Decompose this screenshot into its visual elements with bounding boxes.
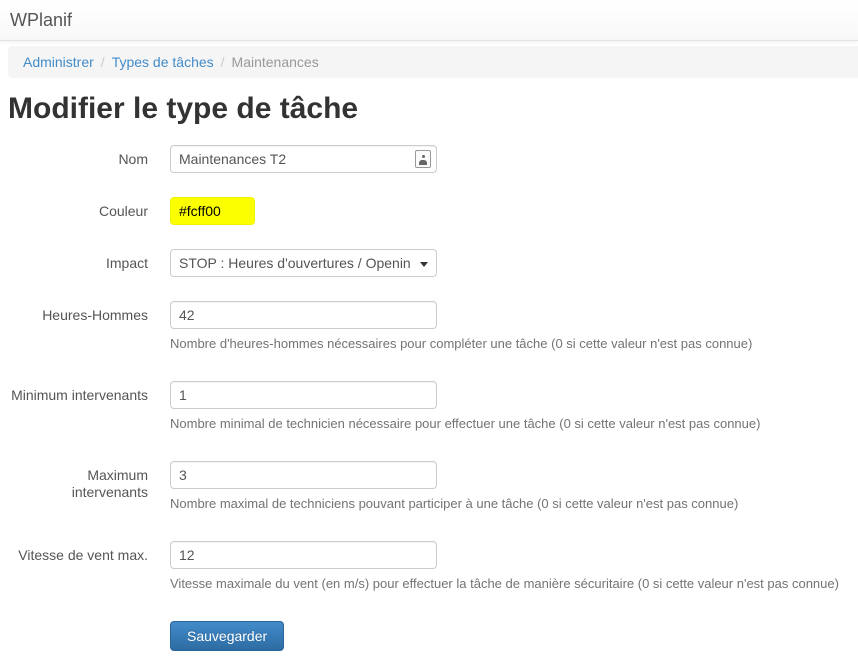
min-intervenants-help: Nombre minimal de technicien nécessaire … — [170, 416, 760, 432]
vitesse-vent-help: Vitesse maximale du vent (en m/s) pour e… — [170, 576, 839, 592]
form-row-min-intervenants: Minimum intervenants Nombre minimal de t… — [8, 381, 858, 432]
impact-select[interactable]: STOP : Heures d'ouvertures / Openin — [170, 249, 437, 277]
breadcrumb-separator: / — [94, 54, 112, 70]
breadcrumb: Administrer/Types de tâches/Maintenances — [8, 46, 858, 78]
nom-input[interactable] — [170, 145, 437, 173]
breadcrumb-current: Maintenances — [232, 54, 319, 70]
form-row-impact: Impact STOP : Heures d'ouvertures / Open… — [8, 249, 858, 277]
max-intervenants-help: Nombre maximal de techniciens pouvant pa… — [170, 496, 738, 512]
form-row-couleur: Couleur — [8, 197, 858, 225]
vitesse-vent-input[interactable] — [170, 541, 437, 569]
form-row-heures-hommes: Heures-Hommes Nombre d'heures-hommes néc… — [8, 301, 858, 352]
app-brand[interactable]: WPlanif — [0, 0, 87, 31]
couleur-label: Couleur — [8, 197, 148, 220]
min-intervenants-input[interactable] — [170, 381, 437, 409]
autofill-icon[interactable] — [415, 150, 431, 168]
couleur-input[interactable] — [170, 197, 255, 225]
form-actions: Sauvegarder — [170, 621, 858, 651]
breadcrumb-separator: / — [214, 54, 232, 70]
form-row-vitesse-vent: Vitesse de vent max. Vitesse maximale du… — [8, 541, 858, 592]
impact-label: Impact — [8, 249, 148, 272]
breadcrumb-link-administrer[interactable]: Administrer — [23, 54, 94, 70]
caret-down-icon — [420, 262, 428, 267]
page-title: Modifier le type de tâche — [8, 93, 858, 125]
impact-selected-value: STOP : Heures d'ouvertures / Openin — [171, 250, 436, 275]
task-type-form: Nom Couleur Impact STOP : Heures d'ouver… — [0, 145, 858, 651]
save-button[interactable]: Sauvegarder — [170, 621, 284, 651]
nom-label: Nom — [8, 145, 148, 168]
form-row-max-intervenants: Maximum intervenants Nombre maximal de t… — [8, 461, 858, 512]
heures-hommes-input[interactable] — [170, 301, 437, 329]
breadcrumb-link-types-de-taches[interactable]: Types de tâches — [112, 54, 214, 70]
person-icon — [419, 155, 427, 165]
heures-hommes-label: Heures-Hommes — [8, 301, 148, 324]
heures-hommes-help: Nombre d'heures-hommes nécessaires pour … — [170, 336, 752, 352]
min-intervenants-label: Minimum intervenants — [8, 381, 148, 404]
form-row-nom: Nom — [8, 145, 858, 173]
vitesse-vent-label: Vitesse de vent max. — [8, 541, 148, 564]
app-header: WPlanif — [0, 0, 858, 41]
max-intervenants-input[interactable] — [170, 461, 437, 489]
max-intervenants-label: Maximum intervenants — [8, 461, 148, 501]
